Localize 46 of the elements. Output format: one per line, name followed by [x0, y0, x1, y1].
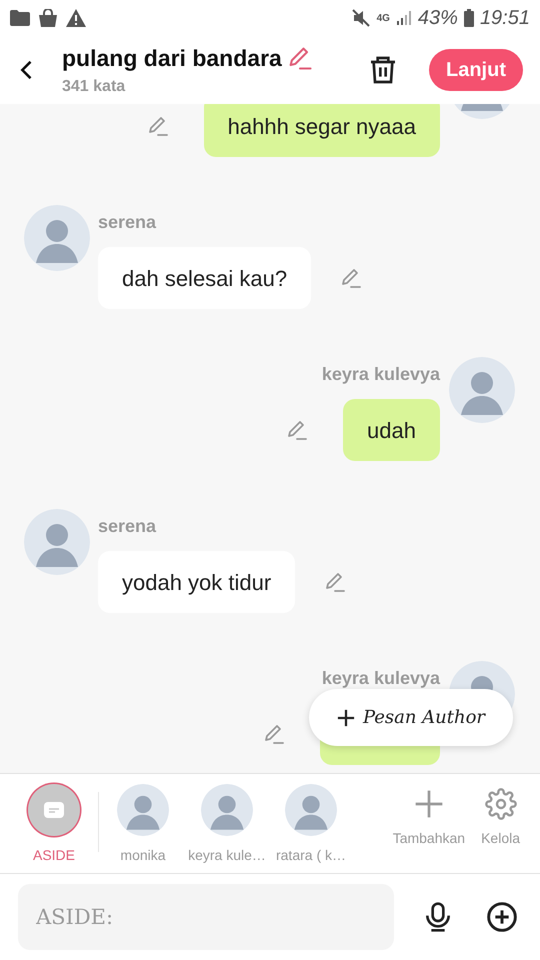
- plus-icon: [336, 708, 355, 726]
- avatar: [285, 784, 337, 836]
- avatar: [449, 357, 515, 423]
- message-bubble: yodah yok tidur: [98, 551, 296, 613]
- message-bubble: udah: [343, 399, 440, 461]
- character-name: ratara ( k…: [276, 847, 346, 863]
- edit-icon[interactable]: [262, 722, 286, 746]
- sender-name: serena: [98, 212, 156, 232]
- sender-name: serena: [98, 516, 156, 536]
- message-bubble: hahhh segar nyaaa: [204, 104, 440, 157]
- character-name: ASIDE: [32, 847, 75, 863]
- next-button[interactable]: Lanjut: [429, 49, 523, 91]
- add-character-button[interactable]: Tambahkan: [384, 774, 474, 849]
- sender-name: keyra kulevya: [322, 364, 440, 384]
- character-tab[interactable]: ASIDE: [12, 774, 96, 868]
- battery-icon: [464, 9, 474, 27]
- plus-circle-icon: [486, 901, 518, 933]
- manage-button[interactable]: Kelola: [473, 774, 528, 849]
- story-title: pulang dari bandara: [62, 44, 282, 73]
- battery-percent: 43%: [418, 6, 458, 31]
- sender-name: keyra kulevya: [322, 668, 440, 688]
- shopping-bag-icon: [38, 9, 58, 27]
- author-message-button[interactable]: Pesan Author: [309, 689, 513, 746]
- message-input[interactable]: ASIDE:: [18, 884, 394, 950]
- character-name: keyra kule…: [188, 847, 266, 863]
- avatar: [24, 205, 90, 271]
- clock: 19:51: [480, 6, 530, 31]
- word-count: 341 kata: [62, 77, 126, 98]
- character-tab[interactable]: keyra kule…: [185, 774, 269, 868]
- warning-icon: [66, 9, 86, 27]
- avatar: [201, 784, 253, 836]
- character-tab[interactable]: ratara ( k…: [269, 774, 353, 868]
- character-name: monika: [120, 847, 166, 863]
- folder-icon: [10, 10, 30, 26]
- avatar: [117, 784, 169, 836]
- signal-icon: [396, 10, 412, 26]
- network-type: 4G: [376, 12, 390, 26]
- mute-icon: [350, 8, 371, 28]
- edit-icon[interactable]: [285, 418, 310, 442]
- settings-icon: [484, 788, 517, 820]
- message-bubble: dah selesai kau?: [98, 247, 312, 309]
- plus-icon: [412, 788, 445, 820]
- edit-icon[interactable]: [339, 266, 364, 290]
- avatar: [24, 509, 90, 575]
- character-tab[interactable]: monika: [101, 774, 185, 868]
- edit-icon[interactable]: [323, 570, 348, 594]
